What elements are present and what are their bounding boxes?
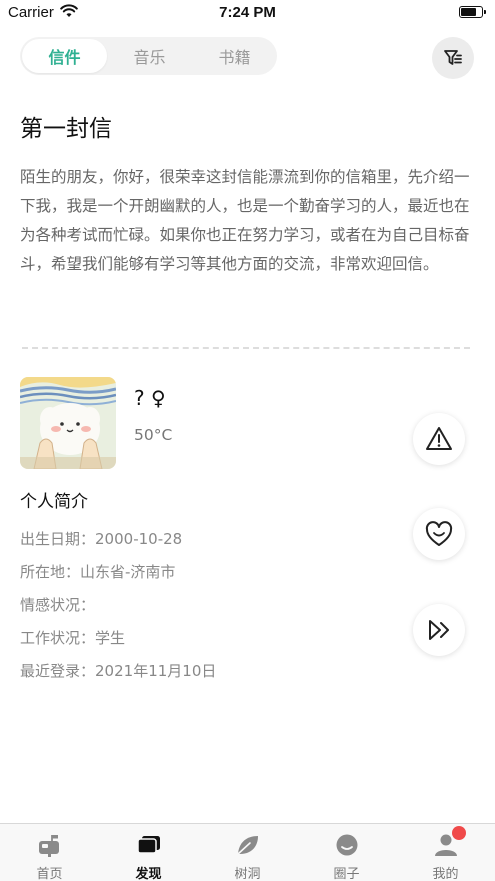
tab-books[interactable]: 书籍 — [192, 39, 277, 73]
dashed-divider — [22, 347, 470, 349]
category-tabs: 信件 音乐 书籍 — [20, 37, 277, 75]
notification-badge — [452, 826, 466, 840]
next-button[interactable] — [413, 604, 465, 656]
nav-label: 发现 — [135, 867, 162, 881]
profile-label: 工作状况： — [20, 629, 96, 647]
status-time: 7:24 PM — [219, 4, 276, 21]
profile-value: 2021年11月10日 — [95, 662, 217, 680]
bottom-nav: 首页 发现 树洞 圈子 我的 — [0, 823, 495, 881]
leaf-icon — [236, 836, 258, 855]
fast-forward-icon — [429, 620, 449, 640]
profile-row-relationship: 情感状况： — [20, 594, 95, 615]
profile-value: 山东省-济南市 — [80, 563, 176, 581]
report-button[interactable] — [413, 413, 465, 465]
profile-value: 2000-10-28 — [95, 530, 183, 548]
nav-item-me[interactable]: 我的 — [396, 824, 495, 881]
heart-icon — [425, 521, 453, 546]
nav-item-home[interactable]: 首页 — [0, 824, 99, 881]
nav-item-discover[interactable]: 发现 — [99, 824, 198, 881]
letter-body: 陌生的朋友，你好，很荣幸这封信能漂流到你的信箱里，先介绍一下我，我是一个开朗幽默… — [20, 168, 470, 273]
profile-row-last-login: 最近登录：2021年11月10日 — [20, 660, 216, 681]
user-temperature: 50°C — [134, 426, 173, 444]
nav-item-tree-hole[interactable]: 树洞 — [198, 824, 297, 881]
battery-icon — [459, 6, 486, 18]
profile-label: 最近登录： — [20, 662, 96, 680]
avatar-image — [20, 377, 116, 469]
user-name: ? ♀ — [134, 386, 166, 410]
nav-label: 首页 — [36, 867, 63, 881]
profile-row-birthday: 出生日期：2000-10-28 — [20, 528, 182, 549]
profile-title: 个人简介 — [20, 492, 88, 512]
letter-title: 第一封信 — [20, 116, 112, 142]
tab-music[interactable]: 音乐 — [107, 39, 192, 73]
avatar[interactable] — [20, 377, 116, 469]
profile-row-work: 工作状况：学生 — [20, 627, 125, 648]
profile-label: 出生日期： — [20, 530, 96, 548]
warning-icon — [426, 427, 452, 450]
nav-label: 树洞 — [234, 867, 261, 881]
smile-icon — [336, 834, 357, 856]
like-button[interactable] — [413, 508, 465, 560]
profile-value: 学生 — [95, 629, 126, 647]
nav-item-circle[interactable]: 圈子 — [297, 824, 396, 881]
status-bar: Carrier 7:24 PM — [0, 0, 495, 26]
profile-label: 所在地： — [20, 563, 81, 581]
profile-row-location: 所在地：山东省-济南市 — [20, 561, 175, 582]
cards-icon — [136, 836, 160, 854]
profile-label: 情感状况： — [20, 596, 96, 614]
tab-letters[interactable]: 信件 — [22, 39, 107, 73]
nav-label: 圈子 — [333, 867, 360, 881]
mailbox-icon — [38, 835, 59, 857]
filter-icon — [444, 50, 462, 65]
filter-button[interactable] — [432, 37, 474, 79]
nav-label: 我的 — [432, 867, 459, 881]
battery-fill — [461, 8, 476, 16]
